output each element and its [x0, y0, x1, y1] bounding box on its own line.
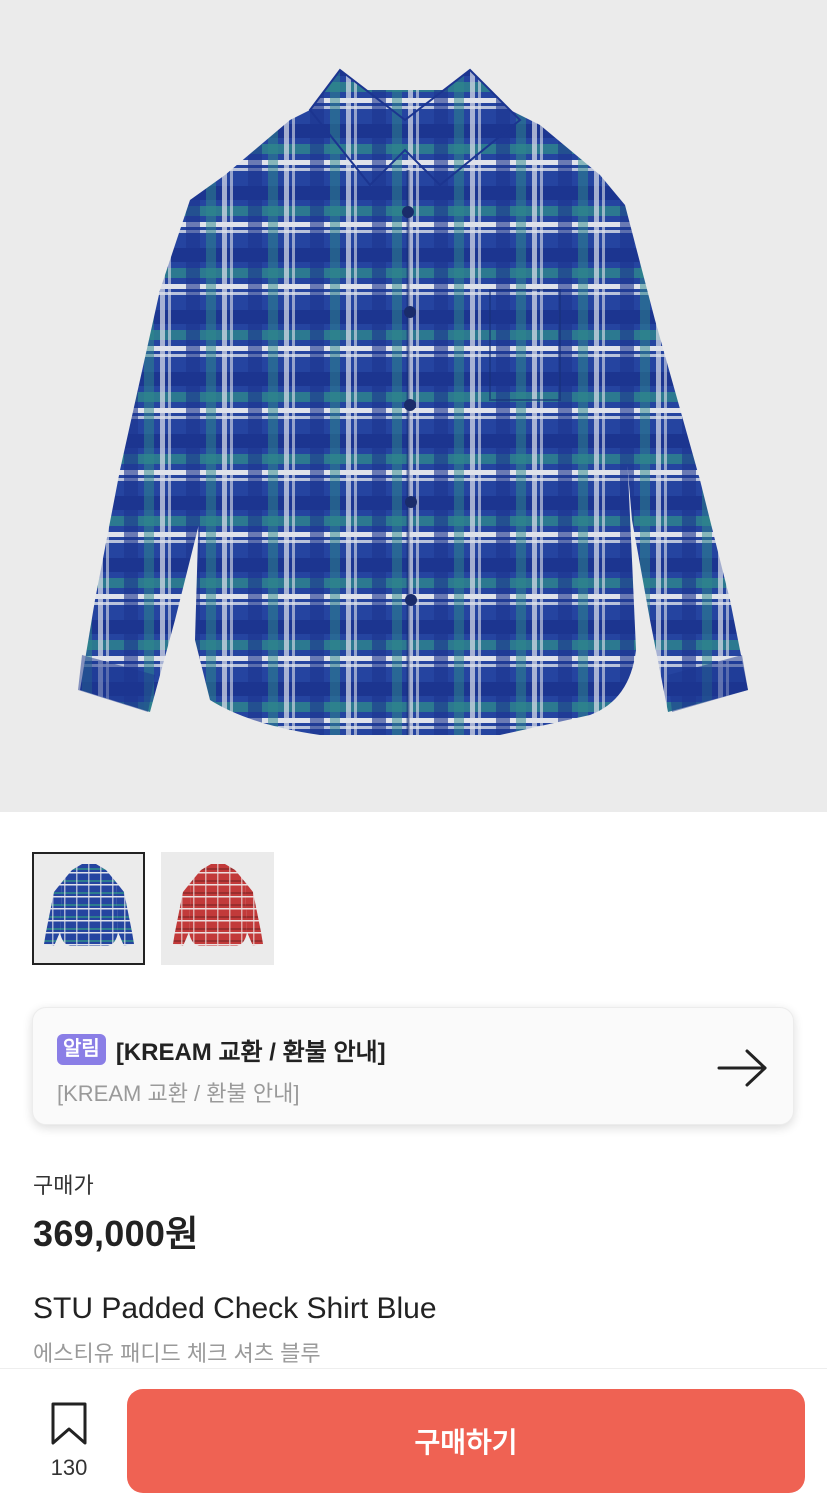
bookmark-icon — [51, 1402, 87, 1445]
notice-title: [KREAM 교환 / 환불 안내] — [115, 1039, 386, 1066]
thumbnail-blue[interactable] — [32, 852, 145, 965]
buy-button[interactable]: 구매하기 — [127, 1389, 805, 1493]
price-label: 구매가 — [33, 1173, 94, 1198]
bottom-action-bar: 130 구매하기 — [0, 1368, 827, 1500]
plaid-shirt-red-thumb — [173, 864, 263, 946]
product-name: STU Padded Check Shirt Blue — [33, 1292, 437, 1325]
product-hero-image[interactable] — [0, 0, 827, 812]
notice-subtitle: [KREAM 교환 / 환불 안내] — [57, 1081, 300, 1106]
product-name-korean: 에스티유 패디드 체크 셔츠 블루 — [33, 1341, 321, 1366]
plaid-shirt-blue-thumb — [44, 864, 134, 946]
bookmark-button[interactable]: 130 — [36, 1401, 102, 1481]
notice-badge: 알림 — [57, 1034, 106, 1065]
thumbnail-red[interactable] — [161, 852, 274, 965]
plaid-shirt-blue-image — [78, 68, 748, 735]
bookmark-count: 130 — [50, 1455, 88, 1480]
price-value: 369,000원 — [33, 1213, 199, 1254]
arrow-right-icon[interactable] — [717, 1048, 769, 1088]
thumbnail-strip — [32, 852, 274, 965]
notice-header: 알림 [KREAM 교환 / 환불 안내] — [57, 1032, 386, 1067]
notice-banner[interactable]: 알림 [KREAM 교환 / 환불 안내] [KREAM 교환 / 환불 안내] — [32, 1007, 794, 1125]
